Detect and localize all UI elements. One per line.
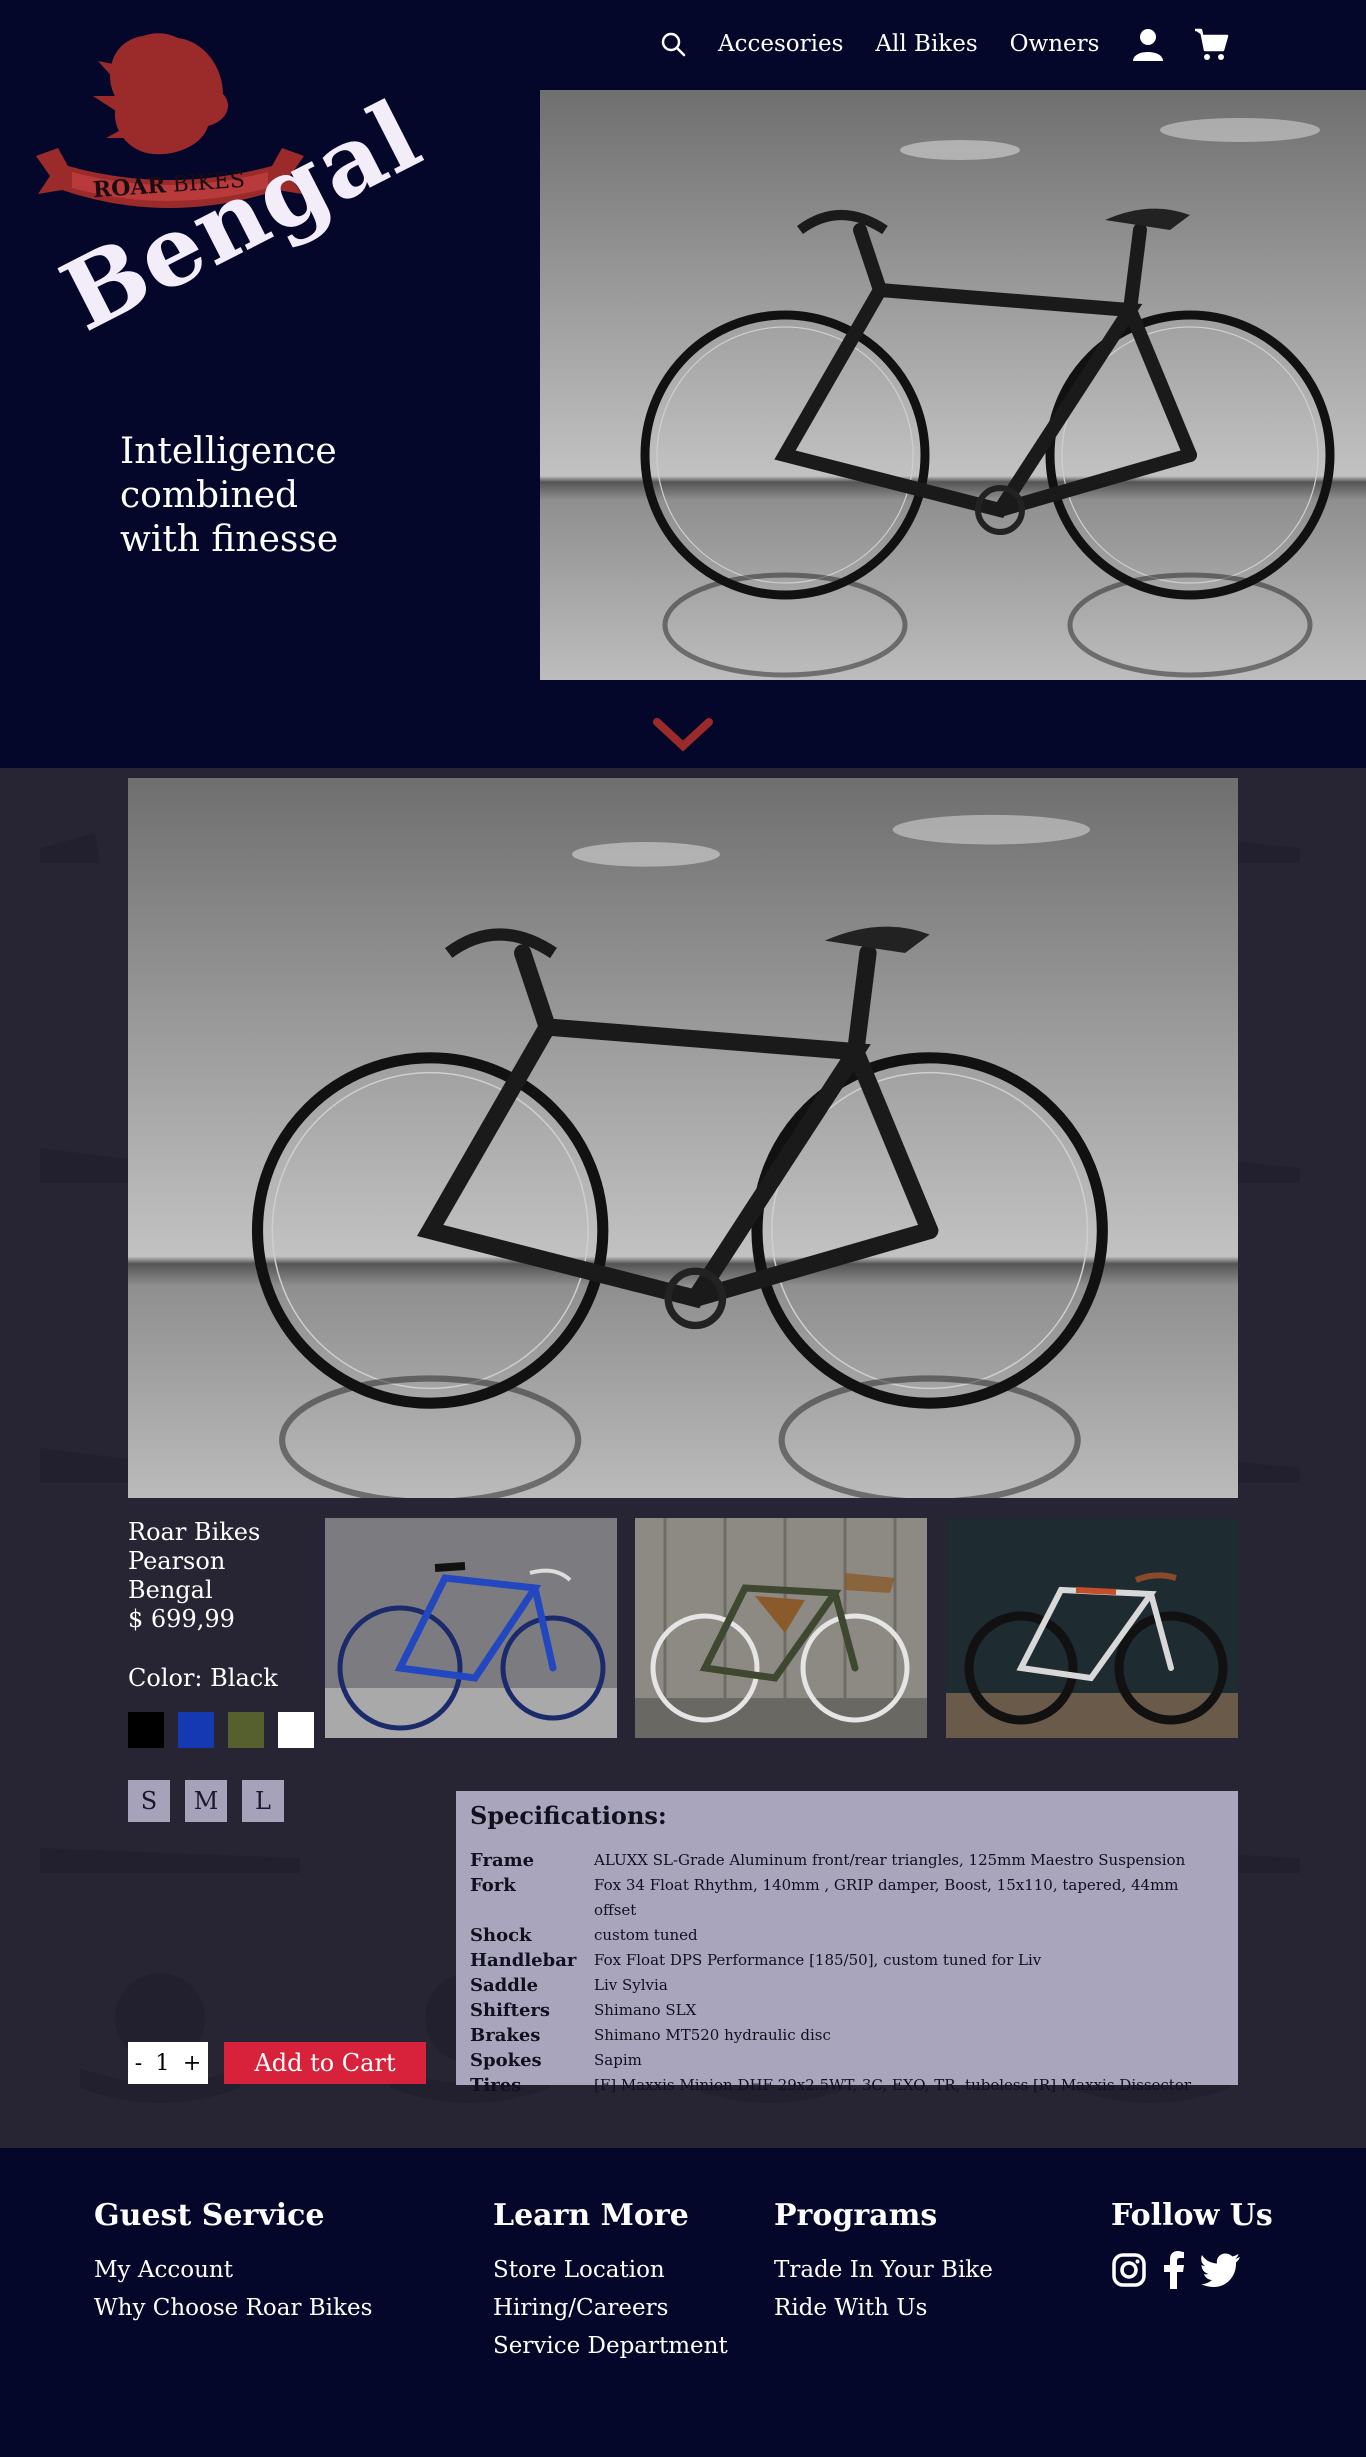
spec-value: Shimano SLX <box>594 2001 697 2019</box>
spec-key: Saddle <box>470 1975 539 1996</box>
quantity-stepper: - 1 + <box>128 2042 208 2084</box>
main-product-photo <box>128 778 1238 1498</box>
product-model: Pearson <box>128 1547 226 1575</box>
main-nav: Accesories All Bikes Owners <box>660 24 1229 64</box>
swatch-olive[interactable] <box>228 1712 264 1748</box>
size-m-button[interactable]: M <box>185 1780 227 1822</box>
swatch-white[interactable] <box>278 1712 314 1748</box>
hero-section: ROAR BIKES Bengal Intelligence combined … <box>0 0 1366 768</box>
spec-value: Fox 34 Float Rhythm, 140mm , GRIP damper… <box>594 1876 1179 1919</box>
spec-row: Shifters Shimano SLX <box>470 1998 1224 2023</box>
swatch-blue[interactable] <box>178 1712 214 1748</box>
footer-programs: Programs Trade In Your Bike Ride With Us <box>774 2198 993 2327</box>
spec-value: Liv Sylvia <box>594 1976 668 1994</box>
spec-row: Fork Fox 34 Float Rhythm, 140mm , GRIP da… <box>470 1873 1224 1923</box>
spec-key: Frame <box>470 1850 535 1871</box>
spec-key: Fork <box>470 1875 516 1896</box>
spec-value: Shimano MT520 hydraulic disc <box>594 2026 831 2044</box>
hero-tagline: Intelligence combined with finesse <box>120 431 339 560</box>
spec-row: Tires [F] Maxxis Minion DHF 29x2.5WT, 3C,… <box>470 2073 1224 2098</box>
nav-all-bikes[interactable]: All Bikes <box>875 31 977 57</box>
footer-link-my-account[interactable]: My Account <box>94 2251 372 2289</box>
product-brand: Roar Bikes <box>128 1518 261 1546</box>
footer-link-service[interactable]: Service Department <box>493 2327 728 2365</box>
specifications-panel: Specifications: Frame ALUXX SL-Grade Alum… <box>456 1791 1238 2096</box>
nav-owners[interactable]: Owners <box>1010 31 1100 57</box>
spec-key: Spokes <box>470 2050 542 2071</box>
spec-value: [F] Maxxis Minion DHF 29x2.5WT, 3C, EXO,… <box>594 2076 1192 2094</box>
spec-row: Saddle Liv Sylvia <box>470 1973 1224 1998</box>
product-section: Roar Bikes Pearson Bengal $ 699,99 Color… <box>0 768 1366 2148</box>
spec-value: custom tuned <box>594 1926 698 1944</box>
size-s-button[interactable]: S <box>128 1780 170 1822</box>
spec-key: Handlebar <box>470 1950 577 1971</box>
size-l-button[interactable]: L <box>242 1780 284 1822</box>
size-selector: S M L <box>128 1780 299 1822</box>
footer-link-ride-with-us[interactable]: Ride With Us <box>774 2289 993 2327</box>
spec-row: Handlebar Fox Float DPS Performance [185/… <box>470 1948 1224 1973</box>
facebook-icon[interactable] <box>1163 2251 1185 2289</box>
social-links <box>1111 2251 1273 2289</box>
spec-key: Shock <box>470 1925 532 1946</box>
add-to-cart-button[interactable]: Add to Cart <box>224 2042 426 2084</box>
instagram-icon[interactable] <box>1111 2252 1147 2288</box>
spec-key: Brakes <box>470 2025 541 2046</box>
thumbnail-blue-bike[interactable] <box>325 1518 617 1738</box>
quantity-decrement-button[interactable]: - <box>135 2051 142 2076</box>
footer-heading: Programs <box>774 2198 938 2233</box>
twitter-icon[interactable] <box>1201 2253 1241 2287</box>
user-icon[interactable] <box>1131 27 1165 61</box>
spec-row: Brakes Shimano MT520 hydraulic disc <box>470 2023 1224 2048</box>
spec-key: Shifters <box>470 2000 551 2021</box>
footer-link-careers[interactable]: Hiring/Careers <box>493 2289 728 2327</box>
thumbnail-silver-bike[interactable] <box>946 1518 1238 1738</box>
spec-value: Fox Float DPS Performance [185/50], cust… <box>594 1951 1042 1969</box>
cart-icon[interactable] <box>1193 26 1229 62</box>
quantity-value[interactable]: 1 <box>156 2051 170 2076</box>
product-price: $ 699,99 <box>128 1605 235 1633</box>
footer: Guest Service My Account Why Choose Roar… <box>0 2148 1366 2457</box>
footer-learn-more: Learn More Store Location Hiring/Careers… <box>493 2198 728 2365</box>
footer-link-store-location[interactable]: Store Location <box>493 2251 728 2289</box>
spec-row: Spokes Sapim <box>470 2048 1224 2073</box>
nav-accessories[interactable]: Accesories <box>718 31 843 57</box>
hero-bike-photo <box>480 90 1366 680</box>
footer-follow-us: Follow Us <box>1111 2198 1273 2289</box>
footer-link-trade-in[interactable]: Trade In Your Bike <box>774 2251 993 2289</box>
swatch-black[interactable] <box>128 1712 164 1748</box>
thumbnail-green-bike[interactable] <box>635 1518 927 1738</box>
spec-value: Sapim <box>594 2051 642 2069</box>
product-info: Roar Bikes Pearson Bengal $ 699,99 <box>128 1518 308 1634</box>
color-label: Color: Black <box>128 1664 278 1692</box>
spec-row: Shock custom tuned <box>470 1923 1224 1948</box>
chevron-down-icon[interactable] <box>653 718 713 754</box>
color-swatches <box>128 1712 328 1748</box>
spec-row: Frame ALUXX SL-Grade Aluminum front/rear … <box>470 1848 1224 1873</box>
quantity-increment-button[interactable]: + <box>183 2051 201 2076</box>
spec-value: ALUXX SL-Grade Aluminum front/rear trian… <box>594 1851 1186 1869</box>
spec-key: Tires <box>470 2075 522 2096</box>
search-icon[interactable] <box>660 31 686 57</box>
footer-link-why-choose[interactable]: Why Choose Roar Bikes <box>94 2289 372 2327</box>
footer-heading: Follow Us <box>1111 2198 1273 2233</box>
specs-title: Specifications: <box>470 1801 667 1830</box>
footer-heading: Learn More <box>493 2198 689 2233</box>
footer-heading: Guest Service <box>94 2198 325 2233</box>
product-name: Bengal <box>128 1576 213 1604</box>
footer-guest-service: Guest Service My Account Why Choose Roar… <box>94 2198 372 2327</box>
add-to-cart-row: - 1 + Add to Cart <box>128 2042 426 2084</box>
